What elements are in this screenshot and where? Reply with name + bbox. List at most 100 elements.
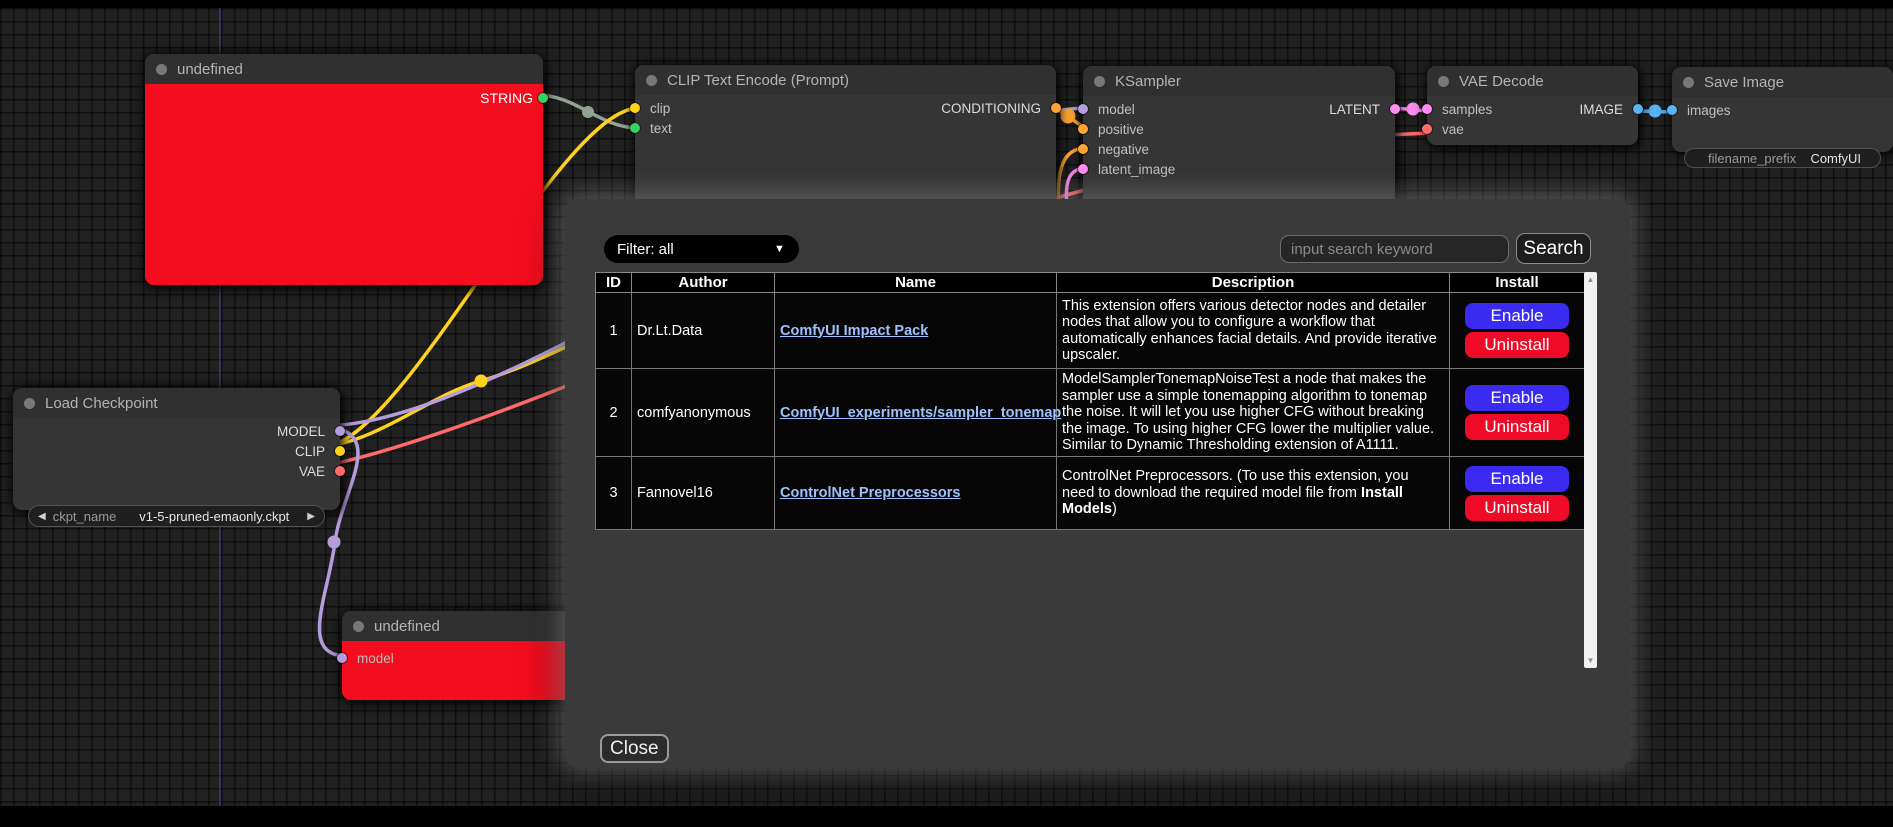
uninstall-button[interactable]: Uninstall: [1465, 414, 1569, 440]
node-title: VAE Decode: [1459, 73, 1544, 90]
cell-id: 1: [596, 293, 632, 369]
node-title: Save Image: [1704, 74, 1784, 91]
cell-description: ModelSamplerTonemapNoiseTest a node that…: [1057, 369, 1450, 457]
string-output-port[interactable]: [538, 93, 548, 103]
collapse-dot-icon[interactable]: [24, 398, 35, 409]
bottom-letterbox: [0, 806, 1893, 827]
negative-input-port[interactable]: [1078, 144, 1088, 154]
extension-link[interactable]: ControlNet Preprocessors: [780, 485, 961, 501]
latent-output-port[interactable]: [1390, 104, 1400, 114]
extension-link[interactable]: ComfyUI_experiments/sampler_tonemap: [780, 405, 1061, 421]
decrement-arrow-icon[interactable]: ◀: [38, 511, 46, 522]
image-output-port[interactable]: [1633, 104, 1643, 114]
input-label: model: [357, 651, 394, 666]
node-title-bar[interactable]: VAE Decode: [1427, 66, 1638, 96]
node-clip-text-encode[interactable]: CLIP Text Encode (Prompt) clip CONDITION…: [635, 65, 1056, 205]
node-title-bar[interactable]: undefined: [145, 54, 543, 84]
increment-arrow-icon[interactable]: ▶: [307, 511, 315, 522]
node-title-bar[interactable]: KSampler: [1083, 66, 1395, 96]
cell-id: 3: [596, 457, 632, 530]
input-label: vae: [1442, 122, 1464, 137]
clip-input-port[interactable]: [630, 103, 640, 113]
search-button[interactable]: Search: [1516, 233, 1591, 264]
link-dot-latent: [1407, 103, 1420, 116]
table-row: 2 comfyanonymous ComfyUI_experiments/sam…: [596, 369, 1585, 457]
node-title: KSampler: [1115, 73, 1181, 90]
search-input[interactable]: [1280, 235, 1509, 263]
cell-description: ControlNet Preprocessors. (To use this e…: [1057, 457, 1450, 530]
extension-link[interactable]: ComfyUI Impact Pack: [780, 323, 928, 339]
uninstall-button[interactable]: Uninstall: [1465, 332, 1569, 358]
enable-button[interactable]: Enable: [1465, 303, 1569, 329]
header-id: ID: [596, 273, 632, 293]
node-vae-decode[interactable]: VAE Decode samples IMAGE vae: [1427, 66, 1638, 145]
scroll-up-icon[interactable]: ▲: [1584, 275, 1597, 284]
input-label: clip: [650, 101, 670, 116]
clip-output-port[interactable]: [335, 446, 345, 456]
model-output-port[interactable]: [335, 426, 345, 436]
input-label: images: [1687, 103, 1731, 118]
scroll-down-icon[interactable]: ▼: [1584, 656, 1597, 665]
widget-name: ckpt_name: [53, 509, 117, 524]
node-title: undefined: [177, 61, 243, 78]
output-label: CONDITIONING: [941, 101, 1041, 116]
node-load-checkpoint[interactable]: Load Checkpoint MODEL CLIP VAE ◀ ckpt_na…: [13, 388, 340, 510]
conditioning-output-port[interactable]: [1051, 103, 1061, 113]
link-dot-string: [582, 106, 594, 118]
header-install: Install: [1450, 273, 1585, 293]
output-label: MODEL: [277, 424, 325, 439]
positive-input-port[interactable]: [1078, 124, 1088, 134]
node-title: CLIP Text Encode (Prompt): [667, 72, 849, 89]
header-author: Author: [632, 273, 775, 293]
vae-input-port[interactable]: [1422, 124, 1432, 134]
node-title: undefined: [374, 618, 440, 635]
header-description: Description: [1057, 273, 1450, 293]
node-ksampler[interactable]: KSampler model LATENT positive negative …: [1083, 66, 1395, 216]
collapse-dot-icon[interactable]: [646, 75, 657, 86]
cell-id: 2: [596, 369, 632, 457]
collapse-dot-icon[interactable]: [156, 64, 167, 75]
table-scrollbar[interactable]: ▲ ▼: [1584, 272, 1597, 668]
header-name: Name: [775, 273, 1057, 293]
model-input-port[interactable]: [1078, 104, 1088, 114]
collapse-dot-icon[interactable]: [1683, 77, 1694, 88]
link-dot-clip: [475, 375, 488, 388]
node-title-bar[interactable]: Save Image: [1672, 67, 1893, 97]
enable-button[interactable]: Enable: [1465, 466, 1569, 492]
node-title: Load Checkpoint: [45, 395, 158, 412]
latent-image-input-port[interactable]: [1078, 164, 1088, 174]
comfyui-canvas[interactable]: undefined STRING CLIP Text Encode (Promp…: [0, 0, 1893, 827]
enable-button[interactable]: Enable: [1465, 385, 1569, 411]
node-title-bar[interactable]: Load Checkpoint: [13, 388, 340, 418]
vae-output-port[interactable]: [335, 466, 345, 476]
node-undefined-top[interactable]: undefined STRING: [145, 54, 543, 285]
uninstall-button[interactable]: Uninstall: [1465, 495, 1569, 521]
output-label: LATENT: [1329, 102, 1380, 117]
filename-prefix-widget[interactable]: filename_prefix ComfyUI: [1684, 148, 1881, 168]
close-button[interactable]: Close: [600, 734, 669, 763]
samples-input-port[interactable]: [1422, 104, 1432, 114]
input-label: text: [650, 121, 672, 136]
extension-table: ID Author Name Description Install 1 Dr.…: [595, 272, 1585, 530]
cell-author: Dr.Lt.Data: [632, 293, 775, 369]
widget-name: filename_prefix: [1708, 151, 1796, 166]
model-input-port[interactable]: [337, 653, 347, 663]
output-string: STRING: [480, 90, 533, 106]
input-label: latent_image: [1098, 162, 1175, 177]
collapse-dot-icon[interactable]: [1094, 76, 1105, 87]
text-input-port[interactable]: [630, 123, 640, 133]
collapse-dot-icon[interactable]: [1438, 76, 1449, 87]
node-body: STRING: [145, 84, 543, 285]
images-input-port[interactable]: [1667, 105, 1677, 115]
extension-manager-dialog: Filter: all ▼ Search ID Author Name Desc…: [565, 199, 1630, 768]
output-label: CLIP: [295, 444, 325, 459]
output-label: VAE: [299, 464, 325, 479]
widget-value: v1-5-pruned-emaonly.ckpt: [139, 509, 289, 524]
input-label: positive: [1098, 122, 1144, 137]
cell-author: comfyanonymous: [632, 369, 775, 457]
node-title-bar[interactable]: CLIP Text Encode (Prompt): [635, 65, 1056, 95]
node-save-image[interactable]: Save Image images filename_prefix ComfyU…: [1672, 67, 1893, 152]
collapse-dot-icon[interactable]: [353, 621, 364, 632]
filter-select[interactable]: Filter: all: [604, 235, 799, 263]
ckpt-name-widget[interactable]: ◀ ckpt_name v1-5-pruned-emaonly.ckpt ▶: [28, 505, 325, 527]
